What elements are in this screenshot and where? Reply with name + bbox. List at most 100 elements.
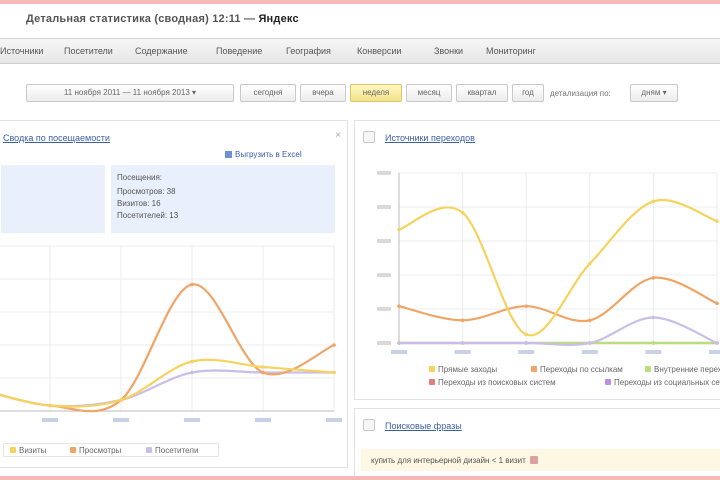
period-week-button[interactable]: неделя [350,84,402,102]
swatch-internal [645,366,651,372]
sources-y-tick-label [377,307,391,311]
summary-box: Посещения: Просмотров: 38 Визитов: 16 По… [111,165,335,233]
nav-item-calls[interactable]: Звонки [434,46,463,56]
swatch-links [531,366,537,372]
traffic-series-0-point[interactable] [119,398,123,402]
traffic-x-tick-label [326,418,342,422]
traffic-x-tick-label [184,418,200,422]
traffic-series-1-point[interactable] [190,282,194,287]
traffic-x-tick-label [113,418,129,422]
sources-series-1-point[interactable] [460,318,465,323]
traffic-series-1-point[interactable] [261,370,265,375]
export-excel-link[interactable]: Выгрузить в Excel [225,150,302,159]
sources-panel: Источники переходов Прямые заходы Перехо… [354,120,720,400]
search-phrases-panel: Поисковые фразы купить для интерьерной д… [354,408,720,476]
sources-x-tick-label [645,350,662,354]
sources-chart [377,171,720,354]
traffic-chart [0,245,342,422]
sources-series-0-point[interactable] [651,199,656,204]
swatch-visitors [146,447,152,453]
search-phrase-text[interactable]: купить для интерьерной дизайн < 1 визит [371,456,538,465]
page-title-domain: Яндекс [258,13,299,25]
summary-line-views: Просмотров: 38 [117,187,176,196]
date-toolbar: 11 ноября 2011 — 11 ноября 2013 ▾ сегодн… [0,82,720,106]
period-quarter-button[interactable]: квартал [456,84,508,102]
traffic-panel-title[interactable]: Сводка по посещаемости [3,133,110,143]
nav-item-conversions[interactable]: Конверсии [357,46,401,56]
traffic-x-tick-label [255,418,271,422]
detail-select[interactable]: дням ▾ [630,84,678,102]
excel-icon [225,151,232,158]
legend-item-views[interactable]: Просмотры [70,446,121,455]
legend-item-search[interactable]: Переходы из поисковых систем [429,378,556,387]
traffic-grid [0,245,335,412]
period-today-button[interactable]: сегодня [240,84,296,102]
sources-series-3-point[interactable] [651,341,656,345]
traffic-series-0-point[interactable] [261,365,265,369]
sources-series-2-point[interactable] [460,341,465,345]
summary-line-visitors: Посетителей: 13 [117,211,179,220]
sources-y-tick-label [377,205,391,209]
search-panel-toggle-icon[interactable] [363,419,375,431]
search-phrases-title[interactable]: Поисковые фразы [385,421,462,431]
sources-x-tick-label [518,350,535,354]
legend-label-social: Переходы из социальных сетей [614,378,720,387]
traffic-series-1-point[interactable] [332,343,336,347]
nav-item-behavior[interactable]: Поведение [216,46,262,56]
traffic-series-0-point[interactable] [332,370,336,375]
sources-series-1-point[interactable] [397,304,401,308]
sources-series-2-point[interactable] [588,341,592,345]
legend-item-direct[interactable]: Прямые заходы [429,365,497,374]
sources-series-2-point[interactable] [651,315,656,320]
period-yesterday-button[interactable]: вчера [300,84,346,102]
sources-y-tick-label [377,239,391,243]
legend-item-visits[interactable]: Визиты [10,446,46,455]
sources-series-0-point[interactable] [524,332,528,337]
period-month-button[interactable]: месяц [406,84,452,102]
legend-item-internal[interactable]: Внутренние переходы [645,365,720,374]
period-year-button[interactable]: год [512,84,544,102]
legend-item-social[interactable]: Переходы из социальных сетей [605,378,720,387]
sources-y-tick-label [377,341,391,345]
close-icon[interactable]: × [333,131,343,141]
remove-icon[interactable] [529,456,538,464]
site-header: Детальная статистика (сводная) 12:11 — Я… [0,4,720,32]
sources-series-1-point[interactable] [588,318,592,323]
sources-panel-title[interactable]: Источники переходов [385,133,475,143]
nav-item-sources[interactable]: Источники [0,46,43,56]
nav-item-monitoring[interactable]: Мониторинг [486,46,536,56]
sources-y-tick-label [377,171,391,175]
sources-x-tick-label [391,350,407,354]
date-range-picker[interactable]: 11 ноября 2011 — 11 ноября 2013 ▾ [26,84,234,102]
nav-item-visitors[interactable]: Посетители [64,46,113,56]
sources-x-tick-label [709,350,720,354]
sources-x-tick-label [581,350,598,354]
summary-title: Посещения: [117,173,163,182]
traffic-series-0-point[interactable] [190,359,194,364]
search-phrase-label: купить для интерьерной дизайн [371,456,490,465]
sources-series-1-point[interactable] [651,276,656,280]
nav-item-geography[interactable]: Геогрaфия [286,46,331,56]
nav-item-content[interactable]: Содержание [135,46,188,56]
traffic-panel: Сводка по посещаемости × Выгрузить в Exc… [0,120,348,468]
traffic-series-2-point[interactable] [190,370,194,375]
legend-item-visitors[interactable]: Посетители [146,446,198,455]
legend-label-views: Просмотры [79,446,122,455]
legend-label-internal: Внутренние переходы [654,365,720,374]
sources-series-1-line [398,276,718,323]
legend-item-links[interactable]: Переходы по ссылкам [531,365,623,374]
sources-series-0-point[interactable] [397,227,401,232]
sources-series-2-point[interactable] [397,341,401,345]
sources-series-0-point[interactable] [460,210,465,215]
traffic-series-0-point[interactable] [48,403,52,408]
sources-series-2-point[interactable] [524,341,528,345]
sources-series-0-point[interactable] [715,219,719,223]
sources-series-1-point[interactable] [715,301,719,306]
page-title: Детальная статистика (сводная) 12:11 — Я… [26,13,299,25]
sources-series-2-point[interactable] [715,341,719,345]
panel-toggle-icon[interactable] [363,131,375,143]
swatch-views [70,447,76,453]
sources-series-1-point[interactable] [524,304,528,308]
sources-series-0-point[interactable] [588,261,592,266]
legend-label-links: Переходы по ссылкам [540,365,623,374]
